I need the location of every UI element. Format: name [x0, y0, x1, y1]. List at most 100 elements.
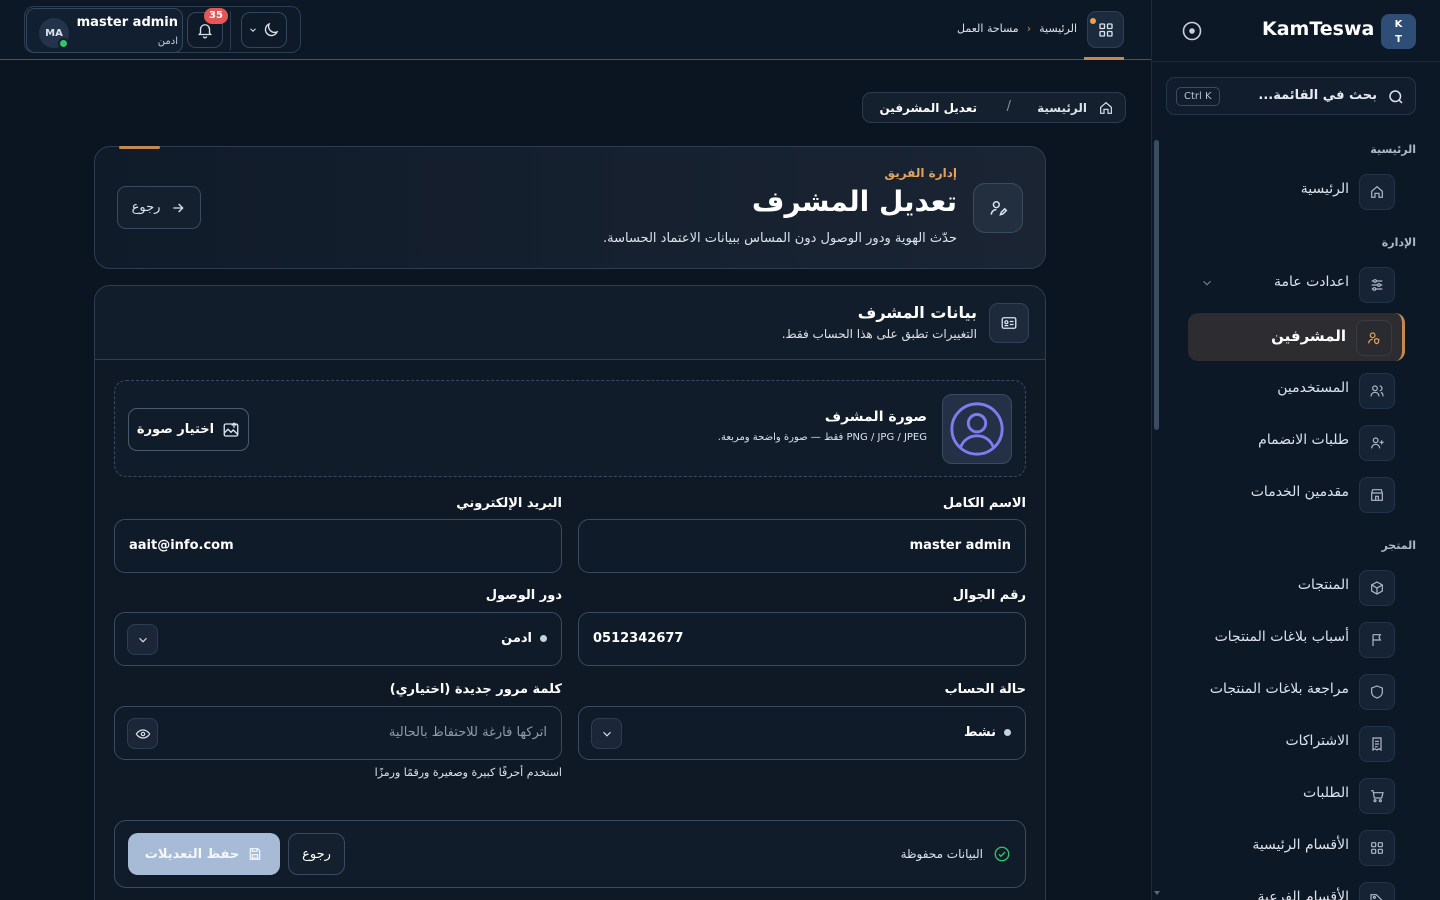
chevron-down-icon [591, 718, 622, 749]
breadcrumb-home[interactable]: الرئيسية [1037, 101, 1087, 115]
chevron-down-icon [250, 28, 256, 32]
shield-icon [1359, 674, 1395, 710]
card-header: بيانات المشرف التغييرات تطبق على هذا الح… [95, 286, 1045, 360]
sidebar-item-general-settings[interactable]: اعدادت عامة [1188, 260, 1405, 308]
sidebar-item-orders[interactable]: الطلبات [1188, 771, 1405, 819]
sidebar-item-label: طلبات الانضمام [1258, 432, 1349, 448]
check-circle-icon [994, 846, 1010, 862]
tag-icon [1359, 882, 1395, 900]
sidebar-search-input[interactable]: بحث في القائمة... Ctrl K [1166, 77, 1416, 115]
supervisor-form-card: بيانات المشرف التغييرات تطبق على هذا الح… [94, 285, 1046, 900]
home-icon [1359, 174, 1395, 210]
users-icon [1359, 373, 1395, 409]
id-card-icon [989, 303, 1029, 343]
sidebar-item-home[interactable]: الرئيسية [1188, 167, 1405, 215]
chevron-down-icon [1200, 276, 1214, 290]
avatar: MA [39, 18, 69, 49]
user-avatar-placeholder-icon [942, 394, 1012, 464]
card-subtitle: التغييرات تطبق على هذا الحساب فقط. [781, 327, 977, 341]
user-role: ادمن [157, 36, 178, 47]
back-button[interactable]: رجوع [117, 186, 201, 229]
apps-indicator-dot [1090, 18, 1096, 24]
full-name-label: الاسم الكامل [942, 496, 1026, 511]
choose-photo-button[interactable]: اختيار صورة [128, 408, 249, 451]
brand-name: KamTeswa [1262, 18, 1375, 40]
sidebar-item-products[interactable]: المنتجات [1188, 563, 1405, 611]
sidebar-scrollbar[interactable] [1154, 140, 1159, 430]
sidebar-item-label: الرئيسية [1300, 181, 1349, 197]
save-icon [249, 848, 261, 860]
topbar-breadcrumb: الرئيسية ‹ مساحة العمل [957, 22, 1077, 35]
apps-grid-icon [1098, 22, 1113, 37]
status-label: حالة الحساب [944, 682, 1026, 697]
topbar-crumb-home[interactable]: الرئيسية [1039, 22, 1077, 35]
sidebar-item-label: المشرفين [1271, 327, 1346, 345]
search-icon [1387, 88, 1405, 106]
topbar-divider [230, 11, 231, 50]
sidebar-section-store: المتجر [1381, 539, 1416, 552]
footer-back-button[interactable]: رجوع [288, 833, 345, 875]
apps-button[interactable] [1087, 11, 1124, 48]
moon-icon [264, 22, 279, 37]
receipt-icon [1359, 726, 1395, 762]
sidebar-item-main-categories[interactable]: الأقسام الرئيسية [1188, 823, 1405, 871]
email-input[interactable]: aait@info.com [114, 519, 562, 573]
breadcrumb-current: تعديل المشرفين [879, 101, 978, 115]
scroll-down-icon[interactable] [1154, 890, 1160, 896]
photo-upload-zone[interactable]: صورة المشرف PNG / JPG / JPEG فقط — صورة … [114, 380, 1026, 477]
sliders-icon [1359, 267, 1395, 303]
sidebar-item-label: المستخدمين [1277, 380, 1349, 396]
sidebar-item-label: المنتجات [1297, 577, 1349, 593]
user-name: master admin [76, 15, 178, 30]
role-dot [540, 635, 547, 642]
arrow-right-icon [173, 203, 185, 212]
sidebar-item-label: الأقسام الفرعية [1257, 889, 1350, 900]
user-menu[interactable]: MA master admin ادمن [26, 8, 183, 53]
status-select[interactable]: نشط [578, 706, 1026, 760]
user-shield-icon [1356, 320, 1392, 356]
sidebar-item-label: الطلبات [1303, 785, 1349, 801]
page-title: تعديل المشرف [751, 185, 957, 218]
topbar-user-controls: MA master admin ادمن 35 [24, 6, 301, 53]
photo-hint: PNG / JPG / JPEG فقط — صورة واضحة ومربعة… [717, 432, 927, 443]
search-shortcut: Ctrl K [1176, 87, 1220, 106]
home-icon[interactable] [1098, 100, 1114, 116]
sidebar-item-users[interactable]: المستخدمين [1188, 366, 1405, 414]
topbar: الرئيسية ‹ مساحة العمل MA master admin ا… [0, 0, 1151, 60]
user-plus-icon [1359, 425, 1395, 461]
password-hint: استخدم أحرفًا كبيرة وصغيرة ورقمًا ورمزًا [374, 766, 562, 779]
phone-input[interactable]: 0512342677 [578, 612, 1026, 666]
chevron-left-icon: ‹ [1026, 22, 1032, 35]
chevron-down-icon [127, 624, 158, 655]
sidebar-item-join-requests[interactable]: طلبات الانضمام [1188, 418, 1405, 466]
sidebar-item-supervisors[interactable]: المشرفين [1188, 313, 1405, 361]
theme-toggle-button[interactable] [241, 12, 287, 48]
sidebar-item-sub-categories[interactable]: الأقسام الفرعية [1188, 875, 1405, 900]
online-status-dot [58, 38, 69, 49]
search-placeholder: بحث في القائمة... [1258, 88, 1377, 103]
sidebar-item-label: مقدمين الخدمات [1250, 484, 1349, 500]
header-accent-bar [119, 146, 160, 149]
box-icon [1359, 570, 1395, 606]
phone-label: رقم الجوال [952, 588, 1026, 603]
role-select[interactable]: ادمن [114, 612, 562, 666]
status-dot [1004, 729, 1011, 736]
notification-badge: 35 [204, 8, 228, 24]
sidebar-item-service-providers[interactable]: مقدمين الخدمات [1188, 470, 1405, 518]
save-changes-button[interactable]: حفظ التعديلات [128, 833, 280, 875]
sidebar-header: K T KamTeswa [1152, 0, 1440, 62]
role-label: دور الوصول [485, 588, 562, 603]
page-eyebrow: إدارة الفريق [884, 166, 957, 180]
topbar-active-underline [1084, 57, 1124, 60]
brand-logo[interactable]: K T [1381, 14, 1416, 49]
page-subtitle: حدّث الهوية ودور الوصول دون المساس ببيان… [603, 231, 957, 246]
password-input[interactable]: اتركها فارغة للاحتفاظ بالحالية [114, 706, 562, 760]
full-name-input[interactable]: master admin [578, 519, 1026, 573]
user-edit-icon [973, 183, 1023, 233]
eye-icon[interactable] [127, 718, 158, 749]
sidebar-item-label: مراجعة بلاغات المنتجات [1209, 681, 1349, 697]
sidebar-toggle-icon[interactable] [1180, 19, 1204, 43]
sidebar-item-report-reasons[interactable]: أسباب بلاغات المنتجات [1188, 615, 1405, 663]
sidebar-item-report-review[interactable]: مراجعة بلاغات المنتجات [1188, 667, 1405, 715]
sidebar-item-subscriptions[interactable]: الاشتراكات [1188, 719, 1405, 767]
